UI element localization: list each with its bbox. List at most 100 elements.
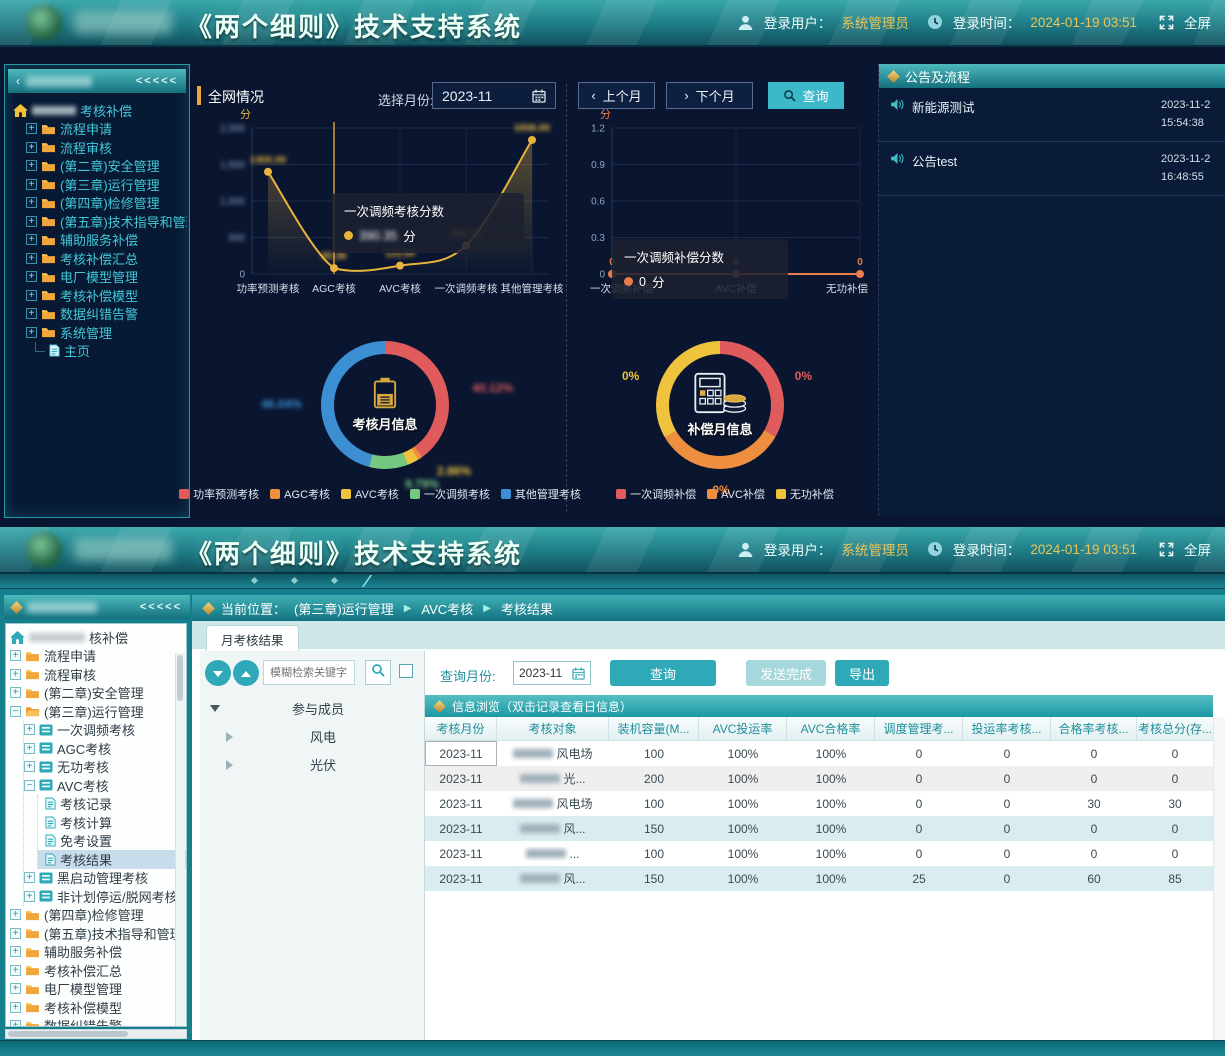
expand-toggle-icon[interactable]: + <box>26 271 37 282</box>
sidebar-item[interactable]: 考核计算 <box>38 813 186 832</box>
vertical-scrollbar[interactable] <box>175 653 185 1027</box>
sidebar-item[interactable]: +辅助服务补偿 <box>10 943 186 962</box>
fullscreen-button[interactable]: 全屏 <box>1184 12 1211 32</box>
send-complete-button[interactable]: 发送完成 <box>746 660 826 686</box>
column-header[interactable]: 调度管理考... <box>875 717 963 740</box>
sidebar-root-item[interactable]: 考核补偿 <box>13 101 187 120</box>
expand-toggle-icon[interactable]: + <box>10 1020 21 1027</box>
sidebar-item[interactable]: +(第三章)运行管理 <box>13 175 187 194</box>
expand-toggle-icon[interactable]: + <box>26 123 37 134</box>
sidebar-root-item[interactable]: 核补偿 <box>10 628 186 647</box>
column-header[interactable]: 装机容量(M... <box>609 717 699 740</box>
sidebar-item[interactable]: +考核补偿模型 <box>10 998 186 1017</box>
collapse-all-button[interactable] <box>233 660 259 686</box>
expand-toggle-icon[interactable]: + <box>24 761 35 772</box>
collapse-arrows[interactable]: <<<<< <box>140 601 182 613</box>
sidebar-item-home-page[interactable]: 主页 <box>13 342 187 361</box>
sidebar-item[interactable]: −AVC考核 <box>24 776 186 795</box>
breadcrumb-item[interactable]: AVC考核 <box>421 599 473 618</box>
expand-toggle-icon[interactable]: + <box>10 909 21 920</box>
sidebar-item[interactable]: +电厂模型管理 <box>13 268 187 287</box>
breadcrumb-item[interactable]: 考核结果 <box>501 599 553 618</box>
legend-item[interactable]: AVC考核 <box>341 486 399 502</box>
table-row[interactable]: 2023-11光...200100%100%0000 <box>425 766 1213 791</box>
sidebar-item[interactable]: +系统管理 <box>13 323 187 342</box>
sidebar-header[interactable]: <<<<< <box>4 595 190 619</box>
prev-month-button[interactable]: ‹ 上个月 <box>578 82 655 109</box>
legend-item[interactable]: 其他管理考核 <box>501 486 581 502</box>
member-item-label[interactable]: 光伏 <box>310 755 336 774</box>
sidebar-item[interactable]: 免考设置 <box>38 832 186 851</box>
horizontal-scrollbar[interactable] <box>5 1029 187 1039</box>
legend-item[interactable]: 功率预测考核 <box>179 486 259 502</box>
expand-toggle-icon[interactable]: + <box>10 650 21 661</box>
export-button[interactable]: 导出 <box>835 660 889 686</box>
triangle-right-icon[interactable] <box>226 732 238 742</box>
legend-item[interactable]: AGC考核 <box>270 486 330 502</box>
member-tree-item-solar[interactable]: 光伏 <box>224 755 336 774</box>
sidebar-item[interactable]: +(第四章)检修管理 <box>10 906 186 925</box>
expand-toggle-icon[interactable]: + <box>26 327 37 338</box>
expand-toggle-icon[interactable]: + <box>26 234 37 245</box>
sidebar-header[interactable]: ‹ <<<<< <box>8 69 186 93</box>
table-row[interactable]: 2023-11风电场100100%100%003030 <box>425 791 1213 816</box>
next-month-button[interactable]: › 下个月 <box>666 82 753 109</box>
sidebar-item[interactable]: +无功考核 <box>24 758 186 777</box>
column-header[interactable]: 考核对象 <box>497 717 609 740</box>
search-button[interactable] <box>365 660 391 685</box>
month-picker[interactable]: 2023-11 <box>432 82 556 109</box>
column-header[interactable]: 合格率考核... <box>1051 717 1137 740</box>
fuzzy-search-input[interactable] <box>263 660 355 685</box>
sidebar-item[interactable]: +(第四章)检修管理 <box>13 194 187 213</box>
expand-toggle-icon[interactable]: + <box>10 1002 21 1013</box>
fullscreen-button[interactable]: 全屏 <box>1184 539 1211 559</box>
member-tree-root[interactable]: 参与成员 <box>210 699 344 718</box>
expand-toggle-icon[interactable]: + <box>26 179 37 190</box>
expand-toggle-icon[interactable]: + <box>26 290 37 301</box>
sidebar-item[interactable]: +黑启动管理考核 <box>24 869 186 888</box>
announcement-item[interactable]: 公告test2023-11-216:48:55 <box>879 142 1225 196</box>
sidebar-item[interactable]: +电厂模型管理 <box>10 980 186 999</box>
member-item-label[interactable]: 风电 <box>310 727 336 746</box>
sidebar-item[interactable]: +(第二章)安全管理 <box>13 157 187 176</box>
legend-item[interactable]: AVC补偿 <box>707 486 765 502</box>
expand-toggle-icon[interactable]: + <box>10 983 21 994</box>
expand-toggle-icon[interactable]: + <box>24 872 35 883</box>
sidebar-item[interactable]: +数据纠错告警 <box>13 305 187 324</box>
expand-toggle-icon[interactable]: + <box>26 160 37 171</box>
select-checkbox[interactable] <box>399 664 413 678</box>
sidebar-item[interactable]: +(第五章)技术指导和管理 <box>13 212 187 231</box>
breadcrumb-item[interactable]: (第三章)运行管理 <box>294 599 394 618</box>
query-button[interactable]: 查询 <box>610 660 716 686</box>
query-month-picker[interactable]: 2023-11 <box>513 661 591 685</box>
expand-toggle-icon[interactable]: − <box>10 706 21 717</box>
expand-toggle-icon[interactable]: + <box>24 743 35 754</box>
expand-toggle-icon[interactable]: + <box>24 724 35 735</box>
fullscreen-icon[interactable] <box>1159 15 1174 30</box>
tab-month-result[interactable]: 月考核结果 <box>206 625 299 652</box>
column-header[interactable]: 投运率考核... <box>963 717 1051 740</box>
sidebar-item[interactable]: +AGC考核 <box>24 739 186 758</box>
announcement-item[interactable]: 新能源测试2023-11-215:54:38 <box>879 88 1225 142</box>
sidebar-item[interactable]: +非计划停运/脱网考核 <box>24 887 186 906</box>
sidebar-item[interactable]: +流程审核 <box>13 138 187 157</box>
sidebar-item[interactable]: +考核补偿汇总 <box>13 249 187 268</box>
expand-toggle-icon[interactable]: + <box>26 308 37 319</box>
expand-toggle-icon[interactable]: + <box>10 687 21 698</box>
expand-all-button[interactable] <box>205 660 231 686</box>
member-tree-item-wind[interactable]: 风电 <box>224 727 336 746</box>
table-scroll-gutter[interactable] <box>1213 717 1225 1040</box>
column-header[interactable]: 考核总分(存... <box>1137 717 1213 740</box>
sidebar-item[interactable]: +辅助服务补偿 <box>13 231 187 250</box>
triangle-right-icon[interactable] <box>226 760 238 770</box>
column-header[interactable]: 考核月份 <box>425 717 497 740</box>
table-row[interactable]: 2023-11风...150100%100%2506085 <box>425 866 1213 891</box>
expand-toggle-icon[interactable]: + <box>24 891 35 902</box>
column-header[interactable]: AVC合格率 <box>787 717 875 740</box>
sidebar-item[interactable]: 考核结果 <box>38 850 186 869</box>
sidebar-item[interactable]: +考核补偿汇总 <box>10 961 186 980</box>
fullscreen-icon[interactable] <box>1159 542 1174 557</box>
expand-toggle-icon[interactable]: + <box>10 669 21 680</box>
legend-item[interactable]: 一次调频考核 <box>410 486 490 502</box>
table-row[interactable]: 2023-11...100100%100%0000 <box>425 841 1213 866</box>
